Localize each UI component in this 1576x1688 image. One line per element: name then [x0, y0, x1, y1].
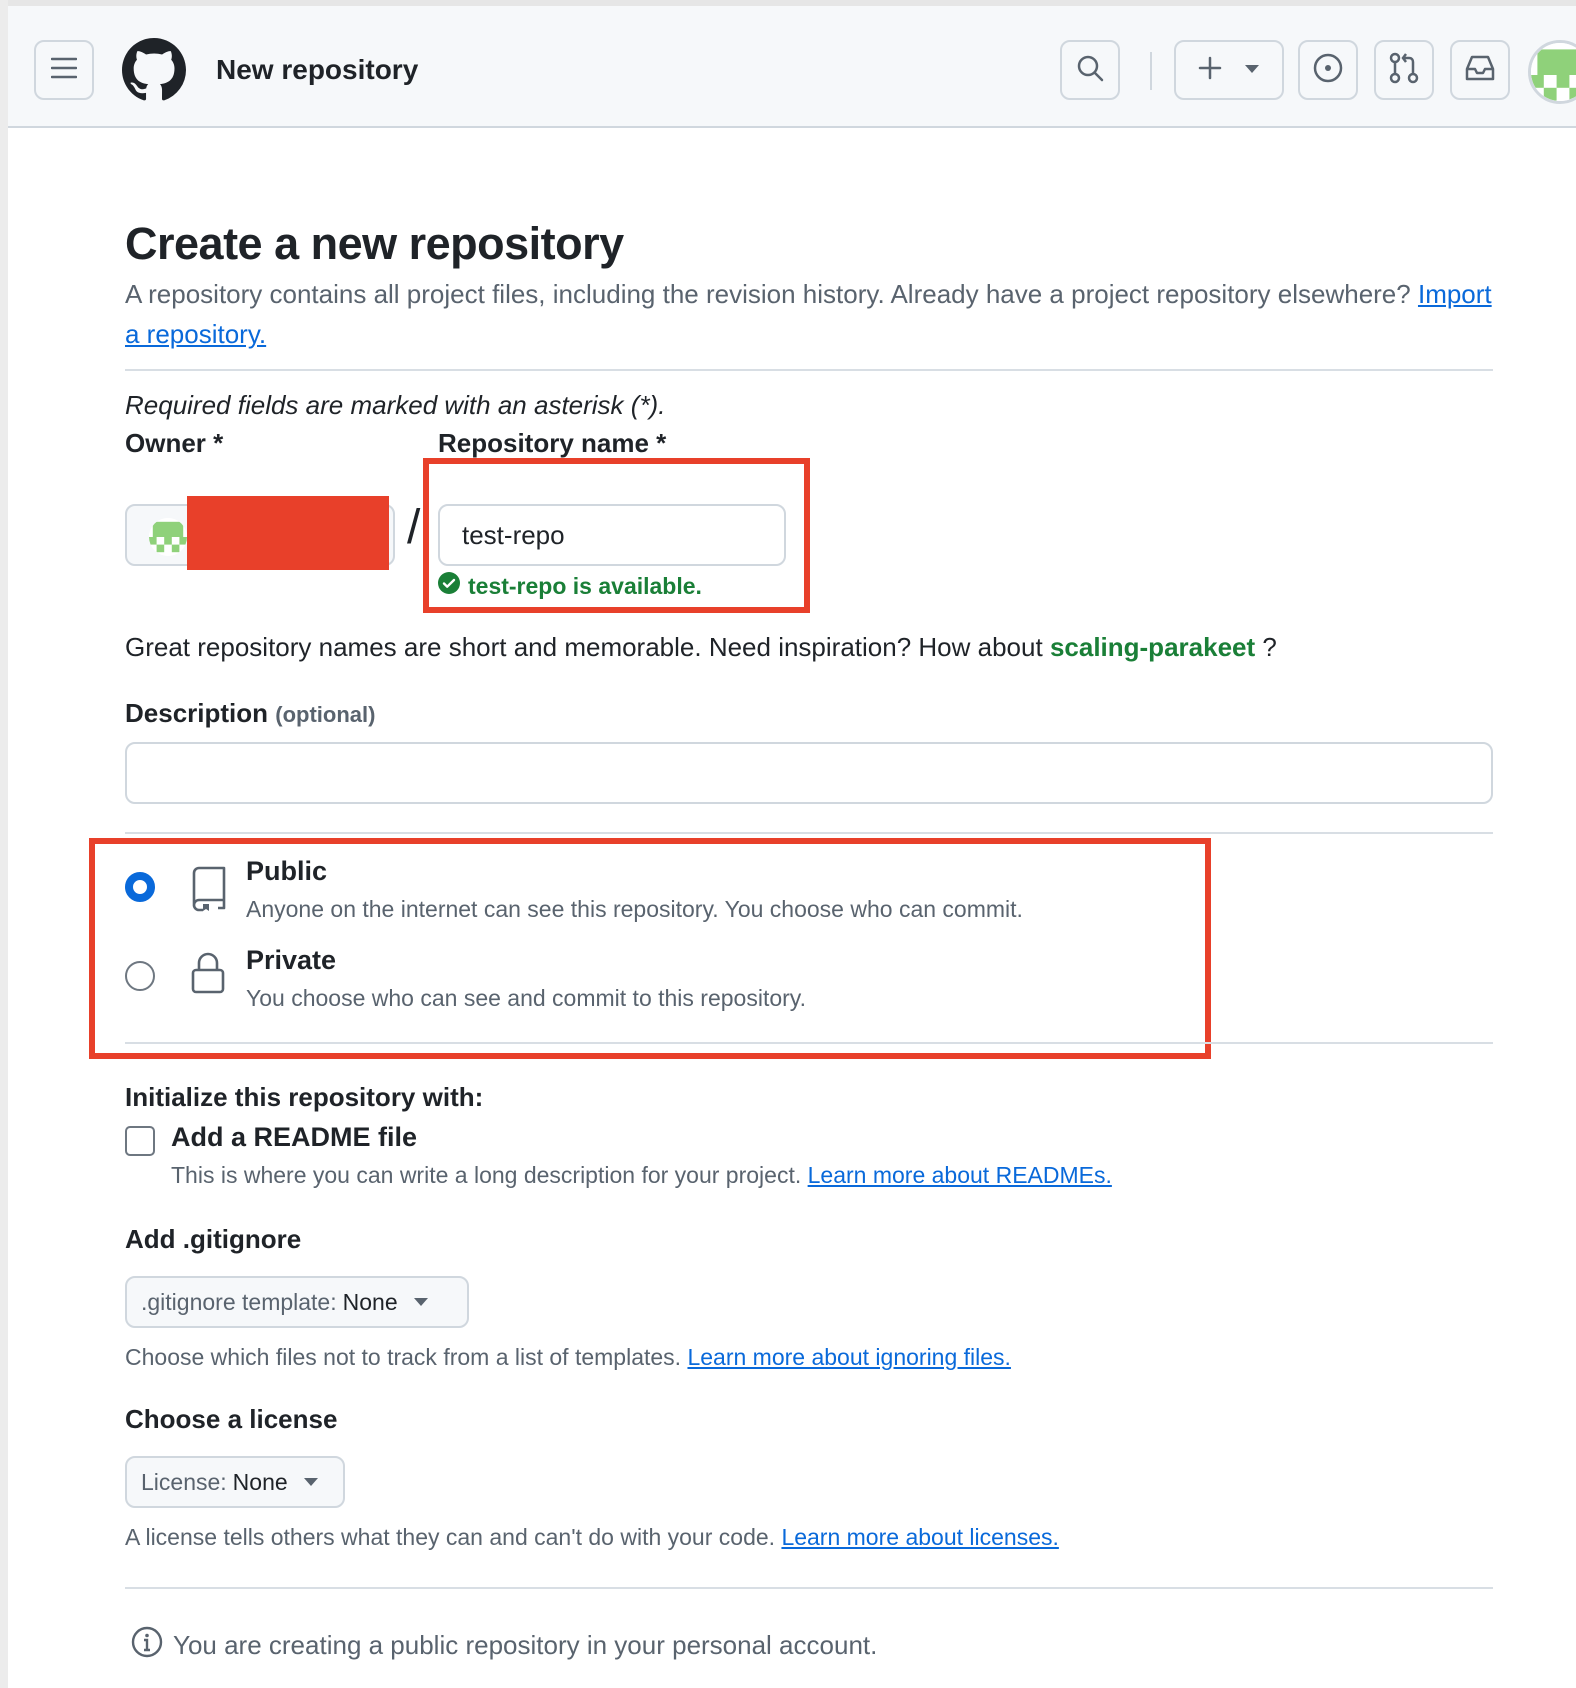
intro-description: A repository contains all project files,…	[125, 279, 1411, 309]
redacted-owner-name	[187, 496, 389, 570]
license-select-prefix: License:	[141, 1468, 227, 1495]
hamburger-menu-icon	[50, 57, 78, 84]
caret-down-icon	[413, 1298, 428, 1306]
create-new-button[interactable]	[1174, 40, 1284, 100]
suggested-name-link[interactable]: scaling-parakeet	[1050, 632, 1255, 662]
inspiration-suffix: ?	[1262, 632, 1277, 662]
license-select[interactable]: License: None	[125, 1456, 345, 1508]
divider	[125, 1587, 1493, 1589]
chevron-down-icon	[1244, 61, 1260, 79]
description-label-text: Description	[125, 698, 269, 728]
divider	[125, 369, 1493, 371]
window-left-edge	[0, 0, 8, 1688]
intro-text: A repository contains all project files,…	[125, 274, 1495, 354]
gitignore-select-prefix: .gitignore template:	[141, 1288, 337, 1315]
license-help-text: A license tells others what they can and…	[125, 1524, 1059, 1551]
description-label: Description (optional)	[125, 698, 375, 729]
name-inspiration: Great repository names are short and mem…	[125, 632, 1277, 663]
caret-down-icon	[303, 1478, 318, 1486]
plus-icon	[1198, 56, 1222, 85]
pull-request-icon	[1389, 52, 1419, 89]
header-page-title: New repository	[216, 54, 419, 85]
license-help-description: A license tells others what they can and…	[125, 1524, 776, 1550]
gitignore-title: Add .gitignore	[125, 1224, 302, 1254]
top-header: New repository	[8, 6, 1576, 128]
gitignore-template-select[interactable]: .gitignore template: None	[125, 1276, 469, 1328]
owner-label: Owner *	[125, 428, 224, 458]
search-icon	[1076, 54, 1104, 87]
highlight-annotation-repo-name	[423, 458, 810, 613]
add-readme-checkbox[interactable]	[125, 1126, 155, 1156]
learn-more-licenses-link[interactable]: Learn more about licenses.	[781, 1524, 1058, 1550]
hamburger-menu-button[interactable]	[34, 40, 94, 100]
inspiration-text: Great repository names are short and mem…	[125, 632, 1043, 662]
visibility-summary-note: You are creating a public repository in …	[131, 1626, 877, 1665]
inbox-button[interactable]	[1450, 40, 1510, 100]
readme-help-description: This is where you can write a long descr…	[171, 1162, 802, 1188]
app-window: New repository Create a new repository A…	[0, 0, 1576, 1688]
issues-icon	[1312, 52, 1344, 89]
gitignore-select-value: None	[342, 1288, 398, 1315]
readme-help-text: This is where you can write a long descr…	[171, 1162, 1112, 1189]
gitignore-help-text: Choose which files not to track from a l…	[125, 1344, 1011, 1371]
description-optional-hint: (optional)	[275, 702, 376, 727]
description-input[interactable]	[125, 742, 1493, 804]
search-button[interactable]	[1060, 40, 1120, 100]
issues-button[interactable]	[1298, 40, 1358, 100]
info-icon	[131, 1626, 163, 1665]
github-logo-icon[interactable]	[122, 38, 186, 102]
add-readme-label[interactable]: Add a README file	[171, 1122, 417, 1153]
inbox-icon	[1464, 54, 1496, 87]
highlight-annotation-visibility	[89, 838, 1211, 1059]
owner-repo-separator: /	[407, 501, 421, 554]
divider	[125, 832, 1493, 834]
initialize-section-title: Initialize this repository with:	[125, 1082, 484, 1112]
page-title: Create a new repository	[125, 218, 624, 269]
owner-avatar	[149, 518, 187, 556]
learn-more-ignoring-files-link[interactable]: Learn more about ignoring files.	[687, 1344, 1010, 1370]
license-title: Choose a license	[125, 1404, 338, 1434]
learn-more-readmes-link[interactable]: Learn more about READMEs.	[808, 1162, 1112, 1188]
license-select-value: None	[232, 1468, 288, 1495]
repository-name-label: Repository name *	[438, 428, 667, 458]
required-fields-note: Required fields are marked with an aster…	[125, 390, 666, 420]
header-divider	[1150, 52, 1152, 90]
visibility-summary-text: You are creating a public repository in …	[173, 1630, 878, 1660]
user-avatar[interactable]	[1528, 40, 1576, 104]
pull-requests-button[interactable]	[1374, 40, 1434, 100]
divider	[125, 1042, 1493, 1044]
gitignore-help-description: Choose which files not to track from a l…	[125, 1344, 682, 1370]
